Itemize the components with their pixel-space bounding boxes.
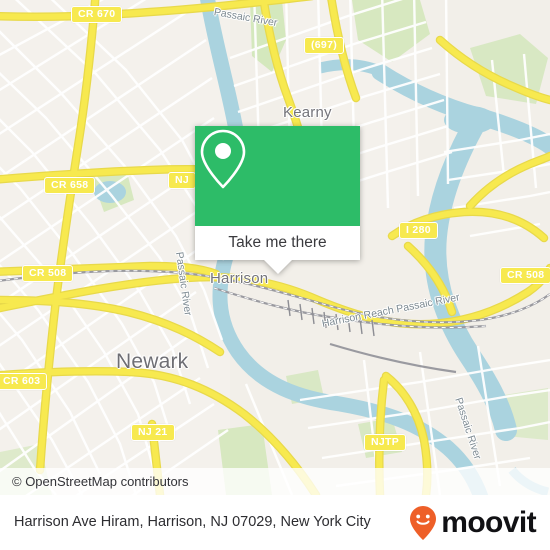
attribution-text: © OpenStreetMap contributors	[12, 474, 189, 489]
map-canvas[interactable]: CR 670 (697) CR 658 NJ I 280 CR 508 CR 5…	[0, 0, 550, 495]
road-shield-cr-603[interactable]: CR 603	[0, 373, 48, 390]
road-shield-cr-670[interactable]: CR 670	[71, 6, 123, 23]
road-shield-cr-508-left[interactable]: CR 508	[22, 265, 74, 282]
moovit-wordmark: moovit	[441, 505, 536, 539]
location-pin-icon	[200, 129, 246, 189]
screenshot-root: CR 670 (697) CR 658 NJ I 280 CR 508 CR 5…	[0, 0, 550, 550]
map-attribution[interactable]: © OpenStreetMap contributors	[0, 468, 550, 495]
moovit-logo[interactable]: moovit	[408, 505, 537, 541]
road-shield-cr-658[interactable]: CR 658	[44, 177, 96, 194]
road-shield-i-280[interactable]: I 280	[399, 222, 438, 239]
road-shield-nj-21[interactable]: NJ 21	[131, 424, 175, 441]
location-callout-card[interactable]: Take me there	[195, 126, 360, 274]
callout-tail	[263, 260, 292, 274]
address-text: Harrison Ave Hiram, Harrison, NJ 07029, …	[14, 513, 371, 530]
moovit-smiley-pin-icon	[410, 505, 437, 540]
road-shield-nj[interactable]: NJ	[168, 172, 197, 189]
take-me-there-button[interactable]: Take me there	[195, 226, 360, 260]
callout-icon-area	[195, 126, 360, 226]
footer-bar: Harrison Ave Hiram, Harrison, NJ 07029, …	[0, 495, 550, 550]
road-shield-697[interactable]: (697)	[304, 37, 345, 54]
road-shield-cr-508-right[interactable]: CR 508	[500, 267, 550, 284]
road-shield-njtp[interactable]: NJTP	[364, 434, 407, 451]
